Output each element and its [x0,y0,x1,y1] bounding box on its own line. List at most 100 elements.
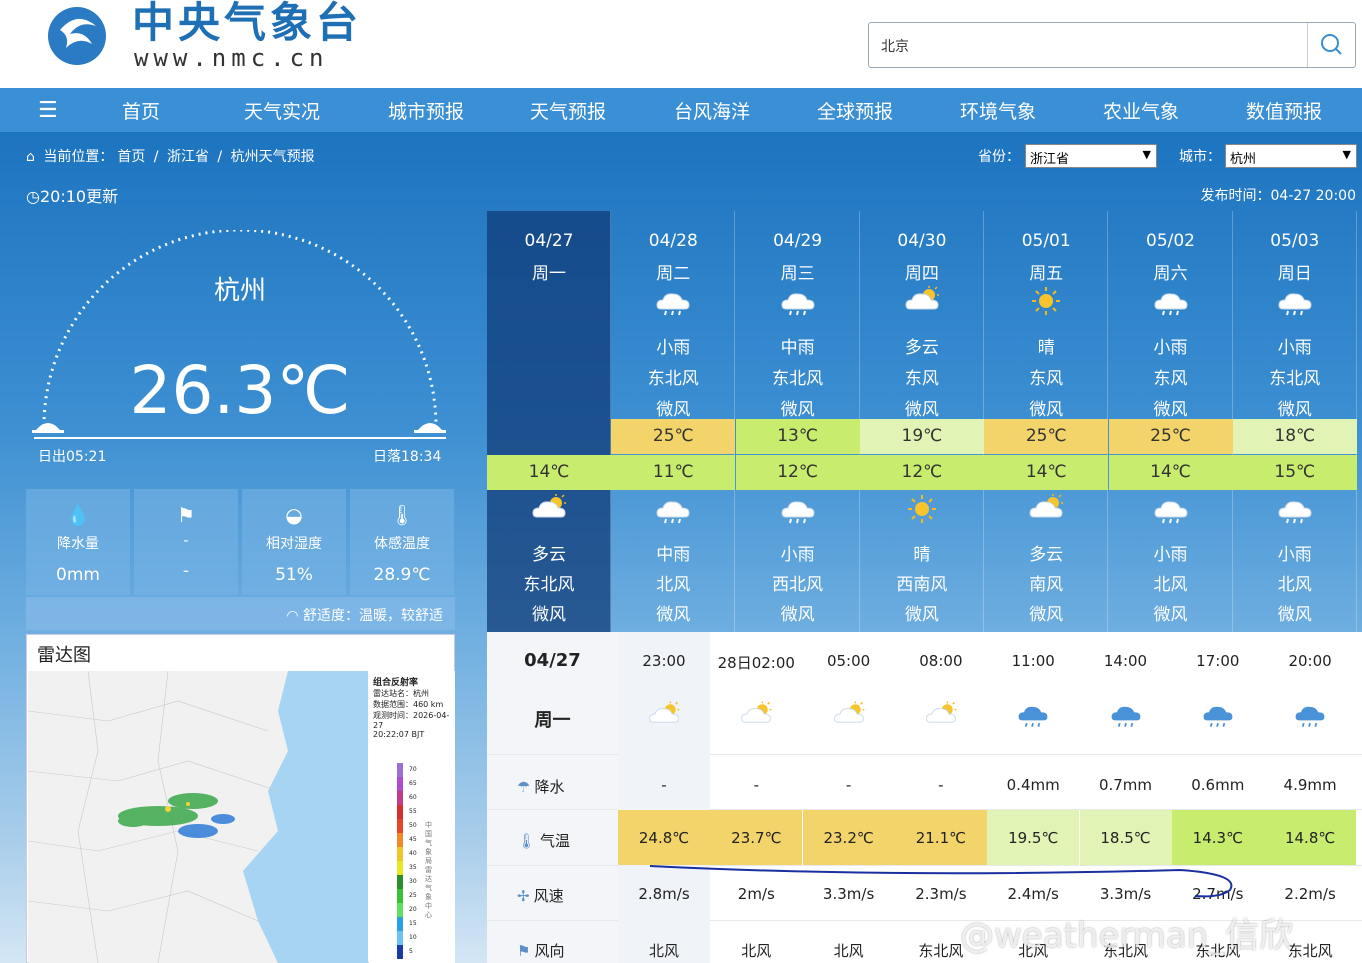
stat-label: 相对湿度 [266,536,322,552]
forecast-day-column[interactable]: 05/03 周日 小雨 东北风 微风 18℃ 15℃ 小雨 北风 微风 [1232,211,1357,632]
stat-label: 降水量 [57,536,99,552]
low-temp: 12℃ [859,455,984,490]
nav-item-agriculture[interactable]: 农业气象 [1103,97,1179,124]
forecast-day-column[interactable]: 04/28 周二 小雨 东北风 微风 25℃ 11℃ 中雨 北风 微风 [611,211,736,632]
hourly-precip: - [661,776,667,794]
logo-url: www.nmc.cn [134,44,329,72]
comfort-index: ◠ 舒适度：温暖，较舒适 [26,597,455,630]
comfort-text: 舒适度：温暖，较舒适 [303,608,443,624]
row-label-text: 风向 [534,942,565,960]
day-wind-strength: 微风 [656,400,691,420]
radar-panel[interactable]: 雷达图 组合反射率 雷达站名：杭州 数据范围：460 km 观测时间：2026-… [26,634,455,963]
hourly-precip: 0.7mm [1098,776,1153,794]
hourly-temp: 24.8℃ [618,810,710,865]
search-button[interactable] [1307,23,1355,67]
forecast-weekday: 周六 [1153,264,1188,284]
nav-item-typhoon[interactable]: 台风海洋 [674,97,750,124]
forecast-date: 05/01 [1021,231,1071,251]
breadcrumb-home[interactable]: 首页 [117,149,145,165]
nav-item-global[interactable]: 全球预报 [817,97,893,124]
forecast-day-column[interactable]: 05/01 周五晴东风 微风 25℃ 14℃ 多云 南风 微风 [984,211,1109,632]
breadcrumb-separator: / [153,149,159,165]
partly-cloudy-icon [646,700,682,730]
main-nav: ☰ 首页 天气实况 城市预报 天气预报 台风海洋 全球预报 环境气象 农业气象 … [0,88,1362,132]
radar-map[interactable] [28,671,368,963]
breadcrumb-current[interactable]: 杭州天气预报 [231,149,315,165]
forecast-day-column[interactable]: 04/29 周三 中雨 东北风 微风 13℃ 12℃ 小雨 西北风 微风 [735,211,860,632]
hourly-time: 11:00 [1011,652,1055,670]
hamburger-menu-icon[interactable]: ☰ [38,98,58,123]
forecast-date: 04/30 [897,231,947,251]
low-temp: 11℃ [611,455,736,490]
rain-icon [1015,700,1051,730]
light-rain-icon [1275,493,1315,525]
radar-info-line: 数据范围：460 km [373,700,444,709]
city-select[interactable]: 杭州 ▼ [1225,144,1357,168]
hourly-slot[interactable]: 05:00-23.2℃ 3.3m/s 北风 [802,632,895,963]
radar-scale-label: 60 [409,794,417,801]
forecast-day-column[interactable]: 05/02 周六 小雨 东风 微风 25℃ 14℃ 小雨 北风 微风 [1108,211,1233,632]
hourly-time: 28日02:00 [717,654,795,672]
day-wind-strength: 微风 [904,400,939,420]
current-temperature: 26.3℃ [129,352,351,429]
high-temp: 25℃ [611,419,736,454]
nmc-logo-icon[interactable] [40,0,114,66]
home-icon[interactable]: ⌂ [26,149,35,165]
forecast-day-column[interactable]: 04/30 周四 多云 东风 微风 19℃ 12℃ 晴西南风 微风 [859,211,984,632]
city-value: 杭州 [1230,152,1257,167]
high-temp: 25℃ [984,419,1109,454]
day-wind-direction: 东北风 [772,369,824,389]
high-temp: 13℃ [735,419,860,454]
forecast-weekday: 周一 [532,264,566,284]
hourly-precip: - [753,776,759,794]
nav-item-home[interactable]: 首页 [122,97,160,124]
nav-item-city-forecast[interactable]: 城市预报 [388,97,464,124]
day-weather: 多云 [904,338,939,358]
radar-scale-label: 30 [409,878,417,885]
day-wind-strength: 微风 [1029,400,1064,420]
search-input[interactable]: 北京 [881,36,909,56]
breadcrumb-province[interactable]: 浙江省 [167,149,209,165]
night-wind-direction: 北风 [1153,575,1188,595]
day-wind-direction: 东北风 [1269,369,1321,389]
rain-icon [1292,700,1328,730]
night-weather: 多云 [532,545,566,565]
forecast-day-column[interactable]: 04/27 周一 14℃ 多云 东北风 微风 [487,211,611,632]
light-rain-icon [1275,285,1315,317]
radar-scale-labels: 70 65 60 55 50 45 40 35 30 25 20 15 10 5 [409,763,417,959]
day-wind-direction: 东风 [1153,369,1188,389]
day-wind-strength: 微风 [1277,400,1312,420]
rain-icon [1200,700,1236,730]
forecast-date: 04/28 [648,231,698,251]
hourly-precip: 0.4mm [1006,776,1060,794]
forecast-date: 05/02 [1146,231,1195,251]
night-wind-strength: 微风 [780,605,815,625]
nav-item-weather-forecast[interactable]: 天气预报 [530,97,606,124]
hourly-time: 17:00 [1196,652,1240,670]
night-wind-direction: 北风 [656,575,691,595]
day-wind-direction: 东北风 [647,369,699,389]
hourly-time: 08:00 [919,652,963,670]
hourly-precip: 4.9mm [1283,776,1337,794]
radar-scale-label: 5 [409,948,413,955]
stat-feels-like: 🌡 体感温度 28.9℃ [350,489,454,595]
hourly-temp: 23.2℃ [802,810,895,865]
radar-scale-label: 10 [409,934,417,941]
stat-humidity: ◒ 相对湿度 51% [242,489,346,595]
nav-item-numerical[interactable]: 数值预报 [1246,97,1322,124]
stat-label: - [183,533,189,549]
hourly-slot[interactable]: 23:00-24.8℃ 2.8m/s 北风 [618,632,710,963]
night-weather: 小雨 [1277,545,1312,565]
night-weather: 多云 [1029,545,1064,565]
hourly-slot[interactable]: 28日02:00-23.7℃ 2m/s 北风 [710,632,803,963]
forecast-date: 05/03 [1270,231,1320,251]
province-select[interactable]: 浙江省 ▼ [1025,144,1157,168]
search-box[interactable]: 北京 [868,22,1356,68]
logo-title[interactable]: 中央气象台 [132,0,362,46]
nav-item-environment[interactable]: 环境气象 [960,97,1036,124]
moderate-rain-icon [778,285,818,317]
thermometer-icon: 🌡 [517,832,537,850]
nav-item-observation[interactable]: 天气实况 [244,97,320,124]
hourly-precip: - [938,776,944,794]
night-wind-direction: 西北风 [772,575,824,595]
